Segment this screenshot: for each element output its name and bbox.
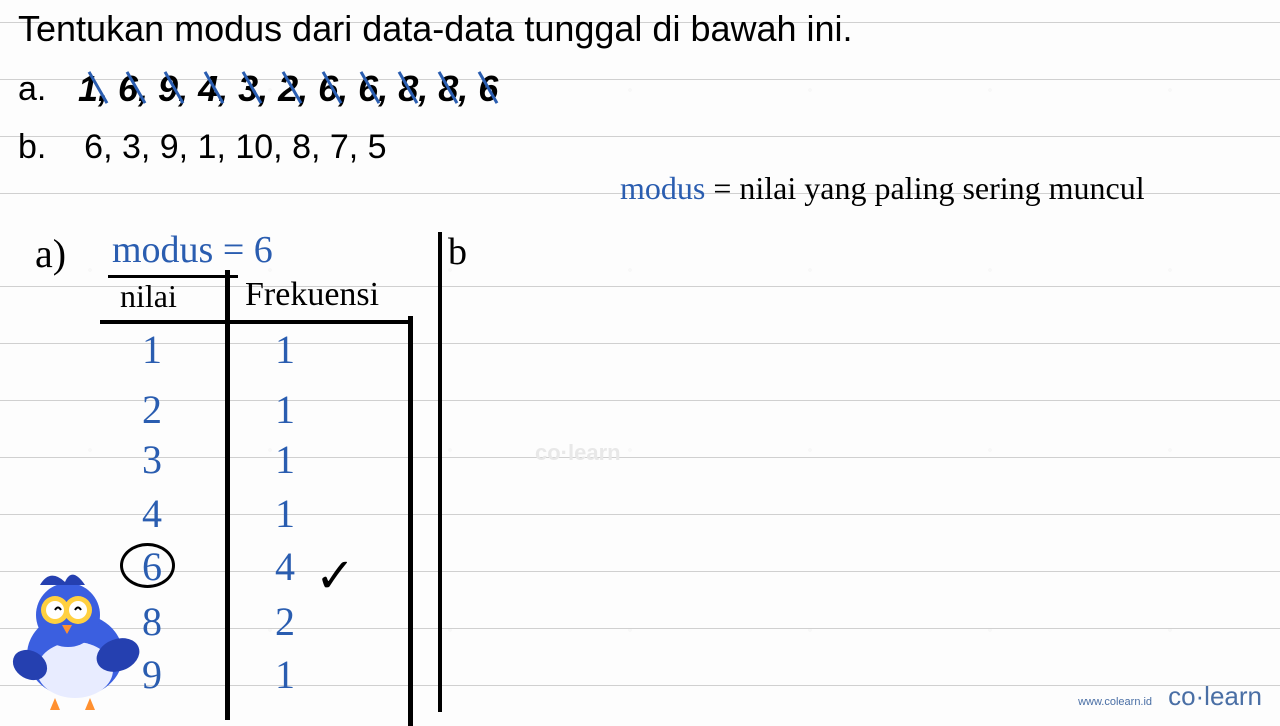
- table-row: 4: [142, 490, 162, 537]
- part-b-label: b: [448, 230, 467, 274]
- table-row: 4: [275, 543, 295, 590]
- item-b-row: b. 6, 3, 9, 1, 10, 8, 7, 5: [18, 128, 387, 167]
- table-row: 2: [142, 386, 162, 433]
- table-row: 1: [142, 326, 162, 373]
- def-eq: =: [705, 170, 739, 206]
- footer-url: www.colearn.id: [1078, 696, 1152, 708]
- watermark-text: co·learn: [535, 440, 621, 466]
- table-vline-1: [225, 270, 230, 720]
- table-row: 1: [275, 386, 295, 433]
- footer-logo: co·learn: [1168, 681, 1262, 712]
- part-a-label: a): [35, 230, 66, 277]
- mascot-bird-icon: [0, 560, 150, 710]
- table-row: 1: [275, 490, 295, 537]
- header-nilai: nilai: [120, 278, 177, 315]
- checkmark-icon: ✓: [315, 548, 355, 604]
- table-hline: [100, 320, 410, 324]
- footer: www.colearn.id co·learn: [1078, 681, 1262, 712]
- header-frekuensi: Frekuensi: [245, 276, 379, 314]
- table-vline-2: [408, 316, 413, 726]
- separator-line: [438, 232, 442, 712]
- modus-result: modus = 6: [112, 228, 273, 272]
- table-row: 1: [275, 651, 295, 698]
- def-word-modus: modus: [620, 170, 705, 206]
- modus-value: 6: [254, 229, 273, 271]
- item-b-label: b.: [18, 128, 46, 166]
- strikethrough-marks: [74, 62, 554, 112]
- table-row: 1: [275, 436, 295, 483]
- item-b-data: 6, 3, 9, 1, 10, 8, 7, 5: [84, 128, 386, 166]
- table-row: 3: [142, 436, 162, 483]
- modus-label: modus =: [112, 229, 254, 271]
- item-a-label: a.: [18, 70, 46, 109]
- question-title: Tentukan modus dari data-data tunggal di…: [18, 8, 853, 50]
- table-row: 1: [275, 326, 295, 373]
- table-row: 2: [275, 598, 295, 645]
- def-text: nilai yang paling sering muncul: [739, 170, 1144, 206]
- modus-definition: modus = nilai yang paling sering muncul: [620, 170, 1145, 207]
